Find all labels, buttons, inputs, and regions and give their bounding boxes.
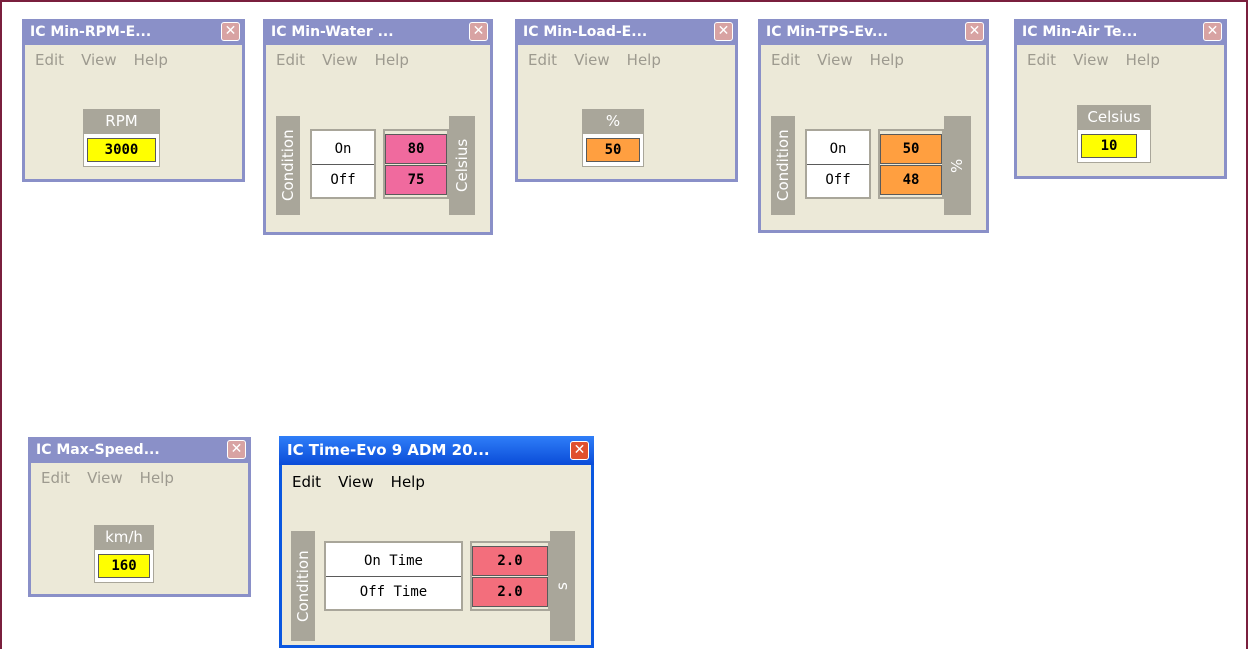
value-off[interactable]: 48	[880, 165, 942, 195]
close-button[interactable]: ✕	[221, 22, 240, 41]
menu-help[interactable]: Help	[140, 469, 174, 487]
row-on-label: On	[829, 141, 847, 157]
title-bar[interactable]: IC Min-RPM-E... ✕	[22, 19, 245, 45]
close-icon: ✕	[573, 442, 586, 458]
window-title: IC Min-TPS-Ev...	[766, 24, 889, 40]
menu-bar: Edit View Help	[1017, 45, 1224, 75]
row-off-label: Off	[312, 164, 374, 195]
close-icon: ✕	[224, 23, 237, 39]
menu-help[interactable]: Help	[134, 51, 168, 69]
row-on-label: On	[334, 141, 352, 157]
menu-bar: Edit View Help	[761, 45, 986, 75]
menu-help[interactable]: Help	[375, 51, 409, 69]
window-min-air-temp[interactable]: IC Min-Air Te... ✕ Edit View Help Celsiu…	[1014, 19, 1227, 179]
condition-grid: On Off	[805, 129, 871, 199]
value-field[interactable]: 3000	[87, 138, 156, 162]
menu-edit[interactable]: Edit	[35, 51, 64, 69]
menu-view[interactable]: View	[1073, 51, 1109, 69]
window-title: IC Min-Load-E...	[523, 24, 648, 40]
menu-view[interactable]: View	[322, 51, 358, 69]
unit-label: RPM	[83, 109, 160, 133]
menu-bar: Edit View Help	[282, 465, 591, 499]
title-bar[interactable]: IC Time-Evo 9 ADM 20... ✕	[279, 436, 594, 465]
window-max-speed[interactable]: IC Max-Speed... ✕ Edit View Help km/h 16…	[28, 437, 251, 597]
value-field[interactable]: 50	[586, 138, 640, 162]
close-icon: ✕	[472, 23, 485, 39]
value-on[interactable]: 50	[880, 134, 942, 164]
value-grid: 2.0 2.0	[470, 541, 550, 611]
unit-label: s	[550, 531, 575, 641]
window-min-rpm[interactable]: IC Min-RPM-E... ✕ Edit View Help RPM 300…	[22, 19, 245, 182]
title-bar[interactable]: IC Min-TPS-Ev... ✕	[758, 19, 989, 45]
value-on-time[interactable]: 2.0	[472, 546, 548, 576]
title-bar[interactable]: IC Min-Load-E... ✕	[515, 19, 738, 45]
menu-help[interactable]: Help	[627, 51, 661, 69]
window-title: IC Min-Water ...	[271, 24, 394, 40]
menu-help[interactable]: Help	[870, 51, 904, 69]
value-off[interactable]: 75	[385, 165, 447, 195]
condition-grid: On Time Off Time	[324, 541, 463, 611]
menu-view[interactable]: View	[574, 51, 610, 69]
close-button[interactable]: ✕	[469, 22, 488, 41]
unit-label: Celsius	[1077, 105, 1151, 129]
menu-bar: Edit View Help	[518, 45, 735, 75]
menu-view[interactable]: View	[338, 473, 374, 491]
close-icon: ✕	[968, 23, 981, 39]
menu-bar: Edit View Help	[25, 45, 242, 75]
unit-label: %	[582, 109, 644, 133]
close-icon: ✕	[1206, 23, 1219, 39]
menu-edit[interactable]: Edit	[528, 51, 557, 69]
unit-label: Celsius	[449, 116, 475, 215]
close-button[interactable]: ✕	[227, 440, 246, 459]
close-button[interactable]: ✕	[1203, 22, 1222, 41]
window-title: IC Time-Evo 9 ADM 20...	[287, 441, 490, 459]
window-min-load[interactable]: IC Min-Load-E... ✕ Edit View Help % 50	[515, 19, 738, 182]
condition-grid: On Off	[310, 129, 376, 199]
window-time-evo9[interactable]: IC Time-Evo 9 ADM 20... ✕ Edit View Help…	[279, 436, 594, 648]
unit-label: %	[944, 116, 971, 215]
title-bar[interactable]: IC Min-Air Te... ✕	[1014, 19, 1227, 45]
menu-bar: Edit View Help	[31, 463, 248, 493]
close-button[interactable]: ✕	[965, 22, 984, 41]
menu-help[interactable]: Help	[391, 473, 425, 491]
close-icon: ✕	[230, 441, 243, 457]
menu-view[interactable]: View	[87, 469, 123, 487]
menu-edit[interactable]: Edit	[1027, 51, 1056, 69]
row-on-time-label: On Time	[363, 553, 423, 569]
close-button[interactable]: ✕	[570, 441, 589, 460]
close-button[interactable]: ✕	[714, 22, 733, 41]
condition-label: Condition	[276, 116, 300, 215]
title-bar[interactable]: IC Min-Water ... ✕	[263, 19, 493, 45]
unit-label: km/h	[94, 525, 154, 549]
menu-edit[interactable]: Edit	[276, 51, 305, 69]
menu-edit[interactable]: Edit	[292, 473, 321, 491]
close-icon: ✕	[717, 23, 730, 39]
value-frame: 3000	[83, 133, 160, 167]
condition-label: Condition	[771, 116, 795, 215]
title-bar[interactable]: IC Max-Speed... ✕	[28, 437, 251, 463]
value-on[interactable]: 80	[385, 134, 447, 164]
menu-edit[interactable]: Edit	[771, 51, 800, 69]
value-field[interactable]: 10	[1081, 134, 1137, 158]
menu-help[interactable]: Help	[1126, 51, 1160, 69]
value-grid: 80 75	[383, 129, 449, 199]
window-min-water[interactable]: IC Min-Water ... ✕ Edit View Help Condit…	[263, 19, 493, 235]
menu-edit[interactable]: Edit	[41, 469, 70, 487]
value-off-time[interactable]: 2.0	[472, 577, 548, 607]
window-min-tps[interactable]: IC Min-TPS-Ev... ✕ Edit View Help Condit…	[758, 19, 989, 233]
value-frame: 10	[1077, 129, 1151, 163]
row-off-time-label: Off Time	[326, 576, 461, 607]
menu-view[interactable]: View	[817, 51, 853, 69]
row-off-label: Off	[807, 164, 869, 195]
menu-bar: Edit View Help	[266, 45, 490, 75]
value-field[interactable]: 160	[98, 554, 150, 578]
value-frame: 160	[94, 549, 154, 583]
value-frame: 50	[582, 133, 644, 167]
window-title: IC Min-RPM-E...	[30, 24, 152, 40]
menu-view[interactable]: View	[81, 51, 117, 69]
window-title: IC Max-Speed...	[36, 442, 160, 458]
condition-label: Condition	[291, 531, 315, 641]
window-title: IC Min-Air Te...	[1022, 24, 1138, 40]
value-grid: 50 48	[878, 129, 944, 199]
